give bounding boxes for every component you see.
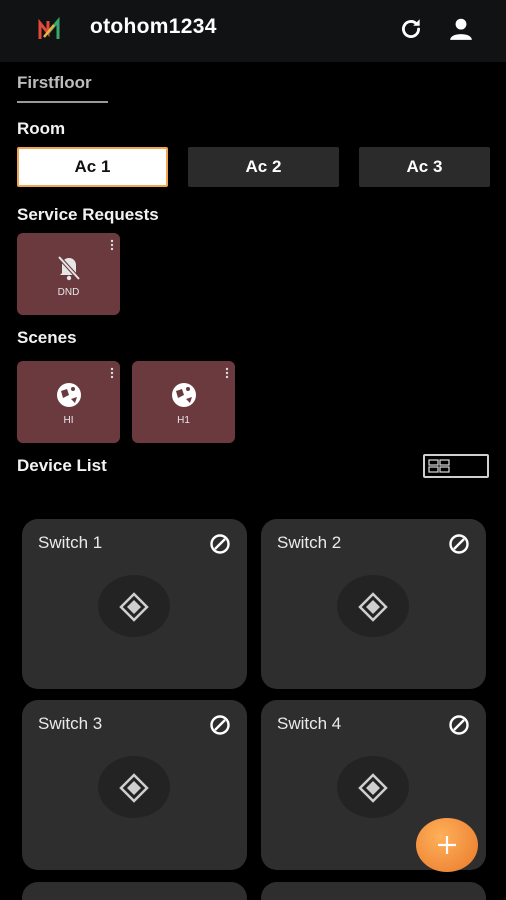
room-ac-1-button[interactable]: Ac 1 — [17, 147, 168, 187]
room-ac-2-button[interactable]: Ac 2 — [188, 147, 339, 187]
diamond-icon — [358, 592, 388, 622]
service-requests-heading: Service Requests — [17, 205, 159, 224]
disabled-icon[interactable] — [209, 714, 231, 736]
disabled-icon[interactable] — [209, 533, 231, 555]
app-header: otohom1234 — [0, 0, 506, 62]
diamond-icon — [358, 773, 388, 803]
device-card-switch-1[interactable]: Switch 1 — [22, 519, 247, 689]
service-tile-dnd[interactable]: DND — [17, 233, 120, 315]
device-card-switch-2[interactable]: Switch 2 — [261, 519, 486, 689]
scene-icon — [172, 383, 196, 407]
service-tile-label: DND — [57, 287, 80, 298]
diamond-icon — [119, 773, 149, 803]
device-card-switch-3[interactable]: Switch 3 — [22, 700, 247, 870]
device-list-heading: Device List — [17, 456, 107, 475]
device-card-partial[interactable] — [261, 882, 486, 900]
tab-firstfloor[interactable]: Firstfloor — [17, 73, 92, 93]
device-name: Switch 4 — [277, 714, 342, 733]
disabled-icon[interactable] — [448, 714, 470, 736]
more-vert-icon[interactable] — [110, 239, 114, 251]
device-name: Switch 2 — [277, 533, 342, 552]
bell-off-icon — [57, 255, 81, 281]
scene-icon — [57, 383, 81, 407]
add-device-button[interactable] — [416, 818, 478, 872]
scene-tile-hi[interactable]: HI — [17, 361, 120, 443]
scenes-heading: Scenes — [17, 328, 77, 347]
view-toggle-button[interactable] — [423, 454, 489, 478]
room-heading: Room — [17, 119, 66, 138]
device-card-partial[interactable] — [22, 882, 247, 900]
plus-icon — [438, 836, 456, 854]
scene-tile-label: HI — [63, 415, 74, 426]
disabled-icon[interactable] — [448, 533, 470, 555]
device-name: Switch 1 — [38, 533, 103, 552]
scene-tile-h1[interactable]: H1 — [132, 361, 235, 443]
scene-tile-label: H1 — [177, 415, 190, 426]
grid-view-icon — [428, 459, 450, 473]
more-vert-icon[interactable] — [225, 367, 229, 379]
refresh-icon[interactable] — [398, 16, 424, 42]
more-vert-icon[interactable] — [110, 367, 114, 379]
device-name: Switch 3 — [38, 714, 103, 733]
user-icon[interactable] — [448, 16, 474, 42]
app-title: otohom1234 — [90, 15, 217, 38]
diamond-icon — [119, 592, 149, 622]
app-logo-icon — [38, 17, 60, 39]
room-ac-3-button[interactable]: Ac 3 — [359, 147, 490, 187]
tab-underline — [17, 101, 108, 103]
